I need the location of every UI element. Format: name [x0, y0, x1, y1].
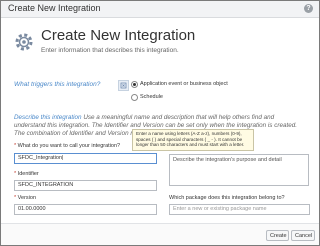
create-button[interactable]: Create [266, 230, 289, 241]
page-title: Create New Integration [41, 27, 196, 44]
name-field-label-text: What do you want to call your integratio… [17, 143, 121, 149]
event-icon [118, 80, 129, 91]
version-input[interactable]: 01.00.0000 [14, 204, 157, 215]
identifier-field-label-text: Identifier [17, 171, 39, 177]
cancel-button[interactable]: Cancel [291, 230, 315, 241]
version-field-label: * Version [14, 195, 36, 201]
help-icon[interactable]: ? [304, 4, 313, 13]
required-marker: * [14, 171, 17, 177]
name-help-tooltip: Enter a name using letters (A-Z a-z), nu… [132, 129, 254, 151]
identifier-field-label: * Identifier [14, 171, 39, 177]
create-integration-dialog: Create New Integration ? Create New Inte… [0, 0, 320, 246]
page-subtitle: Enter information that describes this in… [41, 47, 179, 54]
gear-icon [15, 33, 33, 51]
name-input[interactable]: SFDC_Integration| [14, 153, 157, 164]
package-input[interactable]: Enter a new or existing package name [169, 204, 310, 215]
package-field-label: Which package does this integration belo… [169, 195, 285, 201]
required-marker: * [14, 143, 17, 149]
dialog-window-title: Create New Integration [8, 3, 101, 13]
identifier-input[interactable]: SFDC_INTEGRATION [14, 180, 157, 191]
describe-section-label: Describe this integration [14, 114, 82, 121]
dialog-titlebar: Create New Integration ? [1, 1, 319, 18]
trigger-option-schedule-radio[interactable] [131, 94, 138, 101]
trigger-option-event-label[interactable]: Application event or business object [140, 81, 228, 87]
required-marker: * [14, 195, 17, 201]
trigger-option-event-radio[interactable] [131, 81, 138, 88]
trigger-option-schedule-label[interactable]: Schedule [140, 94, 163, 100]
version-field-label-text: Version [17, 195, 37, 201]
trigger-section-label: What triggers this integration? [14, 81, 101, 88]
description-textarea[interactable]: Describe the integration's purpose and d… [169, 154, 309, 186]
name-field-label: * What do you want to call your integrat… [14, 143, 120, 149]
